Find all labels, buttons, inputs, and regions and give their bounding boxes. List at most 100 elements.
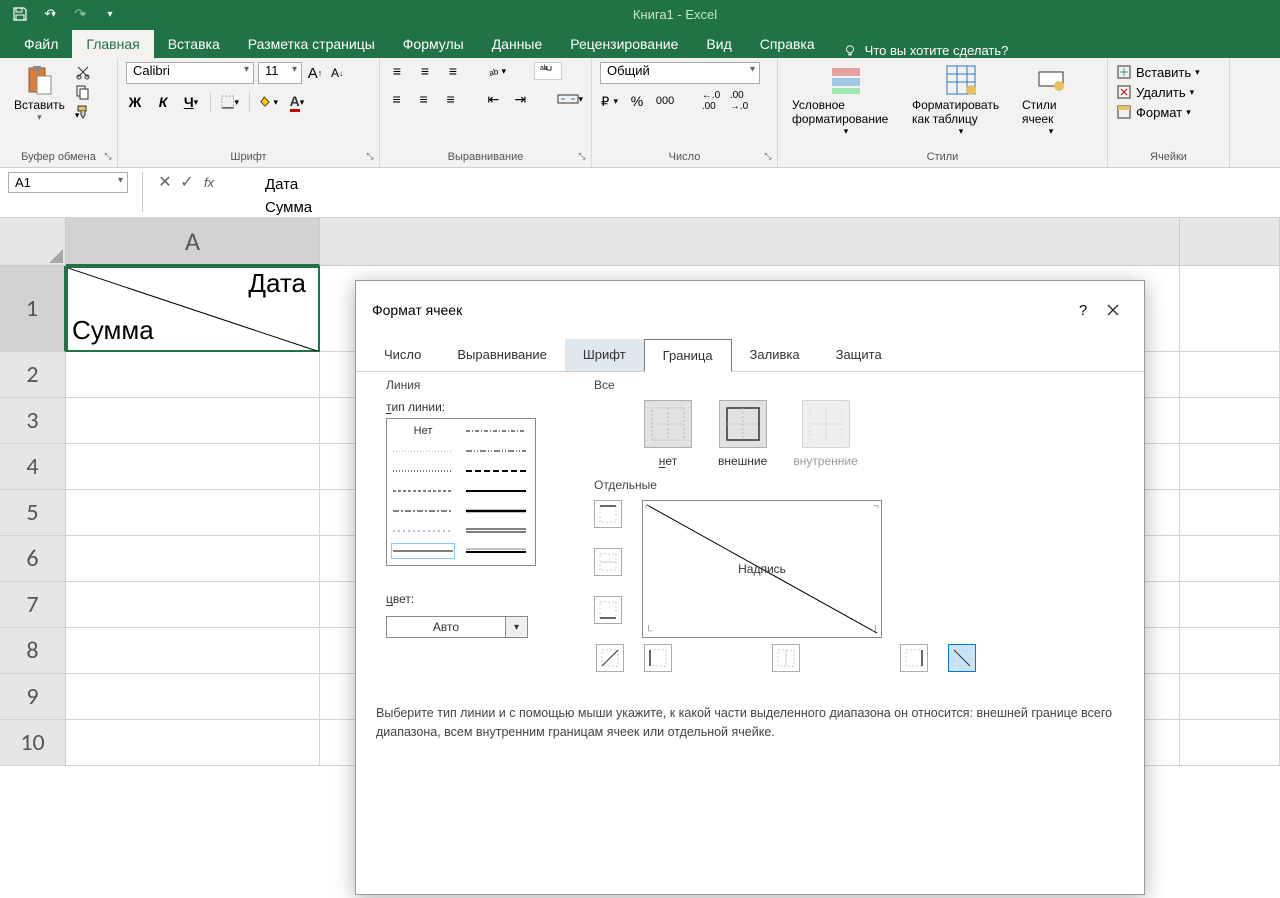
row-header[interactable]: 6	[0, 536, 66, 582]
line-color-combo[interactable]: Авто	[386, 616, 506, 638]
cell[interactable]	[1180, 266, 1280, 352]
borders-icon[interactable]: ▾	[221, 93, 239, 111]
cell[interactable]	[66, 352, 320, 398]
cell[interactable]	[66, 490, 320, 536]
cell[interactable]	[1180, 536, 1280, 582]
line-style-none[interactable]: Нет	[391, 423, 455, 439]
tab-view[interactable]: Вид	[692, 30, 745, 58]
cell[interactable]	[1180, 628, 1280, 674]
tab-page-layout[interactable]: Разметка страницы	[234, 30, 389, 58]
cell-a1[interactable]: Дата Сумма	[66, 266, 320, 352]
dlg-tab-fill[interactable]: Заливка	[732, 339, 818, 371]
align-center-icon[interactable]: ≡	[415, 90, 432, 108]
cell[interactable]	[66, 674, 320, 720]
row-header[interactable]: 8	[0, 628, 66, 674]
wrap-text-icon[interactable]: ab	[534, 62, 562, 80]
line-style-option[interactable]	[464, 503, 528, 519]
line-style-option[interactable]	[464, 463, 528, 479]
dlg-tab-protection[interactable]: Защита	[818, 339, 900, 371]
redo-icon[interactable]: ↷▾	[68, 2, 92, 26]
dlg-tab-border[interactable]: Граница	[644, 339, 732, 372]
dlg-tab-alignment[interactable]: Выравнивание	[439, 339, 564, 371]
help-button[interactable]: ?	[1068, 295, 1098, 325]
dialog-launcher-icon[interactable]: ⤡	[363, 151, 377, 165]
color-dropdown-icon[interactable]: ▾	[506, 616, 528, 638]
line-style-option[interactable]	[391, 483, 455, 499]
cell[interactable]	[1180, 582, 1280, 628]
underline-button[interactable]: Ч ▾	[182, 93, 200, 111]
align-right-icon[interactable]: ≡	[442, 90, 459, 108]
copy-icon[interactable]: ▾	[75, 84, 91, 100]
undo-icon[interactable]: ↶▾	[38, 2, 62, 26]
accounting-format-icon[interactable]: ₽▾	[600, 92, 618, 110]
preset-none-button[interactable]: нет	[644, 400, 692, 468]
percent-icon[interactable]: %	[628, 92, 646, 110]
decrease-font-icon[interactable]: A↓	[328, 64, 346, 82]
cell[interactable]	[66, 720, 320, 766]
row-header[interactable]: 2	[0, 352, 66, 398]
line-style-option[interactable]	[391, 523, 455, 539]
preset-outline-button[interactable]: внешние	[718, 400, 767, 468]
format-as-table-button[interactable]: Форматировать как таблицу▾	[906, 62, 1016, 139]
column-header[interactable]	[1180, 218, 1280, 266]
align-bottom-icon[interactable]: ≡	[444, 62, 462, 80]
cell[interactable]	[1180, 490, 1280, 536]
format-painter-icon[interactable]	[75, 104, 91, 120]
border-preview[interactable]: Надпись ⌐ ¬ └ ┘	[642, 500, 882, 638]
dialog-launcher-icon[interactable]: ⤡	[761, 151, 775, 165]
border-right-button[interactable]	[900, 644, 928, 672]
border-bottom-button[interactable]	[594, 596, 622, 624]
line-style-option[interactable]	[391, 543, 455, 559]
align-top-icon[interactable]: ≡	[388, 62, 406, 80]
border-hmiddle-button[interactable]	[594, 548, 622, 576]
qat-customize-icon[interactable]: ▾	[98, 2, 122, 26]
column-header-a[interactable]: A	[66, 218, 320, 266]
orientation-icon[interactable]: ab▾	[488, 62, 506, 80]
row-header[interactable]: 5	[0, 490, 66, 536]
preset-inside-button[interactable]: внутренние	[793, 400, 857, 468]
align-middle-icon[interactable]: ≡	[416, 62, 434, 80]
tell-me-search[interactable]: Что вы хотите сделать?	[829, 43, 1023, 58]
formula-content[interactable]: Дата Сумма	[225, 172, 352, 221]
tab-data[interactable]: Данные	[478, 30, 557, 58]
cell[interactable]	[66, 536, 320, 582]
row-header[interactable]: 7	[0, 582, 66, 628]
insert-function-icon[interactable]: fx	[199, 172, 219, 192]
number-format-combo[interactable]: Общий	[600, 62, 760, 84]
italic-button[interactable]: К	[154, 93, 172, 111]
line-style-option[interactable]	[464, 543, 528, 559]
paste-button[interactable]: Вставить ▾	[8, 62, 71, 125]
fill-color-icon[interactable]: ▾	[260, 93, 278, 111]
border-diag-down-button[interactable]	[948, 644, 976, 672]
line-style-option[interactable]	[464, 483, 528, 499]
cell[interactable]	[66, 628, 320, 674]
line-style-option[interactable]	[464, 423, 528, 439]
tab-formulas[interactable]: Формулы	[389, 30, 478, 58]
cell[interactable]	[1180, 720, 1280, 766]
name-box[interactable]: A1	[8, 172, 128, 193]
cell[interactable]	[1180, 674, 1280, 720]
cell[interactable]	[1180, 398, 1280, 444]
tab-help[interactable]: Справка	[746, 30, 829, 58]
line-style-option[interactable]	[464, 443, 528, 459]
increase-decimal-icon[interactable]: ←.0.00	[702, 92, 720, 110]
increase-indent-icon[interactable]: ⇥	[512, 90, 529, 108]
dlg-tab-number[interactable]: Число	[366, 339, 439, 371]
comma-icon[interactable]: 000	[656, 92, 674, 110]
align-left-icon[interactable]: ≡	[388, 90, 405, 108]
row-header-1[interactable]: 1	[0, 266, 66, 352]
confirm-edit-icon[interactable]: ✓	[177, 172, 197, 192]
cut-icon[interactable]	[75, 64, 91, 80]
cell-styles-button[interactable]: Стили ячеек▾	[1016, 62, 1086, 139]
row-header[interactable]: 4	[0, 444, 66, 490]
tab-insert[interactable]: Вставка	[154, 30, 234, 58]
select-all-corner[interactable]	[0, 218, 66, 266]
cancel-edit-icon[interactable]: ✕	[155, 172, 175, 192]
tab-home[interactable]: Главная	[72, 30, 153, 58]
decrease-indent-icon[interactable]: ⇤	[485, 90, 502, 108]
cell[interactable]	[1180, 352, 1280, 398]
row-header[interactable]: 3	[0, 398, 66, 444]
border-left-button[interactable]	[644, 644, 672, 672]
border-vmiddle-button[interactable]	[772, 644, 800, 672]
dialog-launcher-icon[interactable]: ⤡	[575, 151, 589, 165]
